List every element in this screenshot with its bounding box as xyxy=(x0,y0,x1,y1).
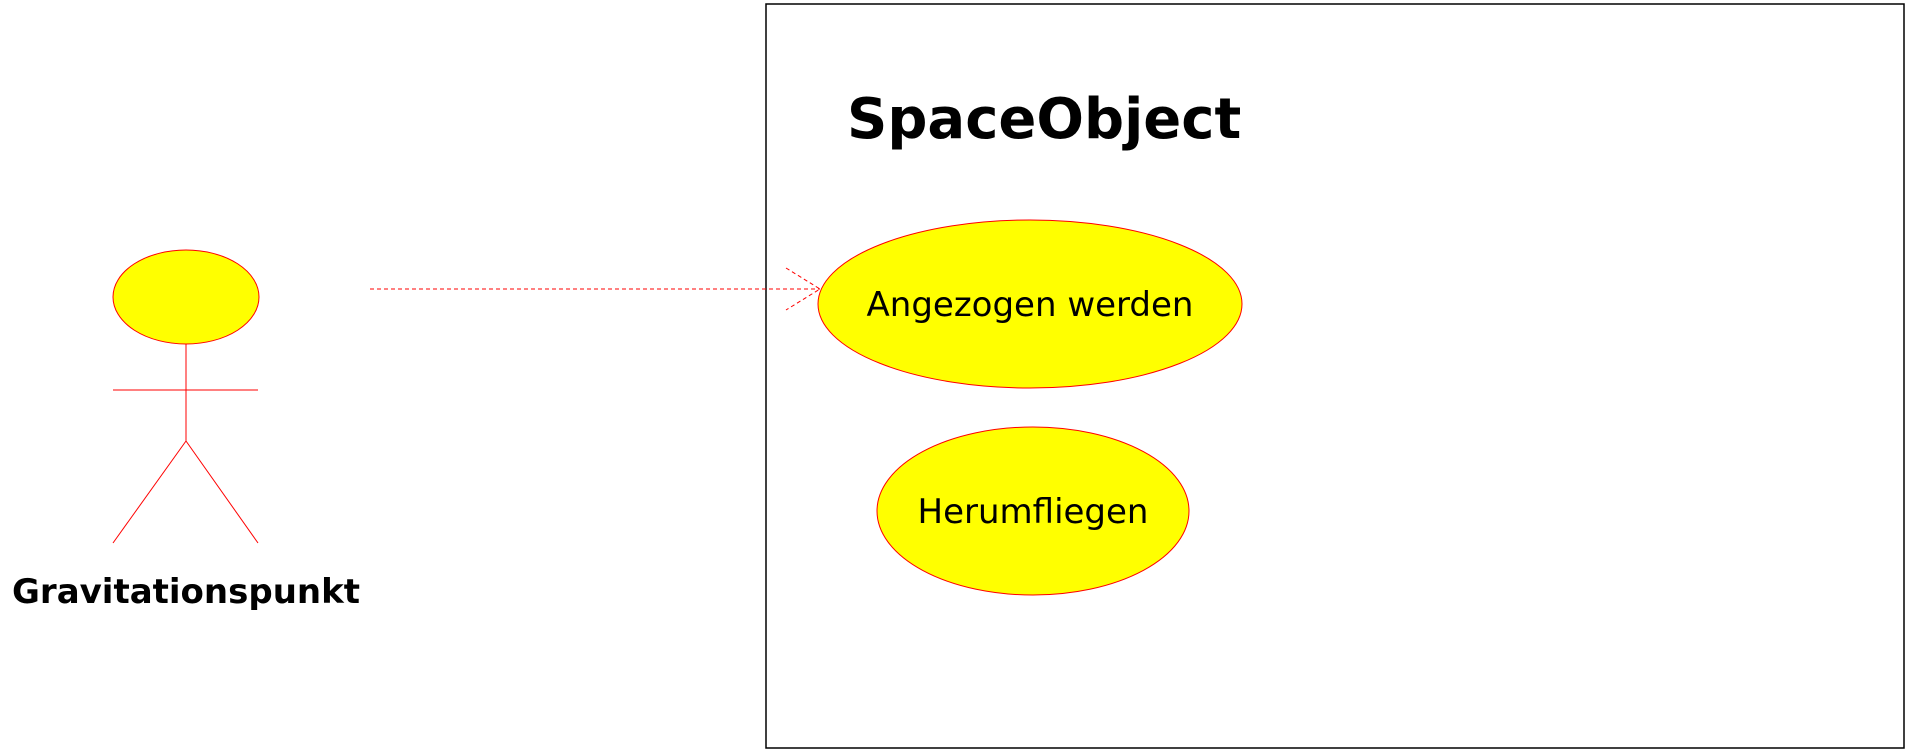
use-case-label: Angezogen werden xyxy=(867,285,1194,325)
use-case-angezogen-werden: Angezogen werden xyxy=(817,219,1243,389)
actor-gravitationspunkt: Gravitationspunkt xyxy=(12,249,360,612)
actor-left-leg xyxy=(112,440,187,544)
dependency-arrow xyxy=(370,267,821,311)
actor-head xyxy=(112,249,260,345)
use-case-label: Herumfliegen xyxy=(918,492,1149,532)
actor-label: Gravitationspunkt xyxy=(12,572,360,612)
actor-right-leg xyxy=(185,440,259,544)
system-title: SpaceObject xyxy=(847,87,1241,152)
use-case-diagram: SpaceObject Gravitationspunkt Angezogen … xyxy=(12,3,1905,749)
use-case-herumfliegen: Herumfliegen xyxy=(876,426,1190,596)
